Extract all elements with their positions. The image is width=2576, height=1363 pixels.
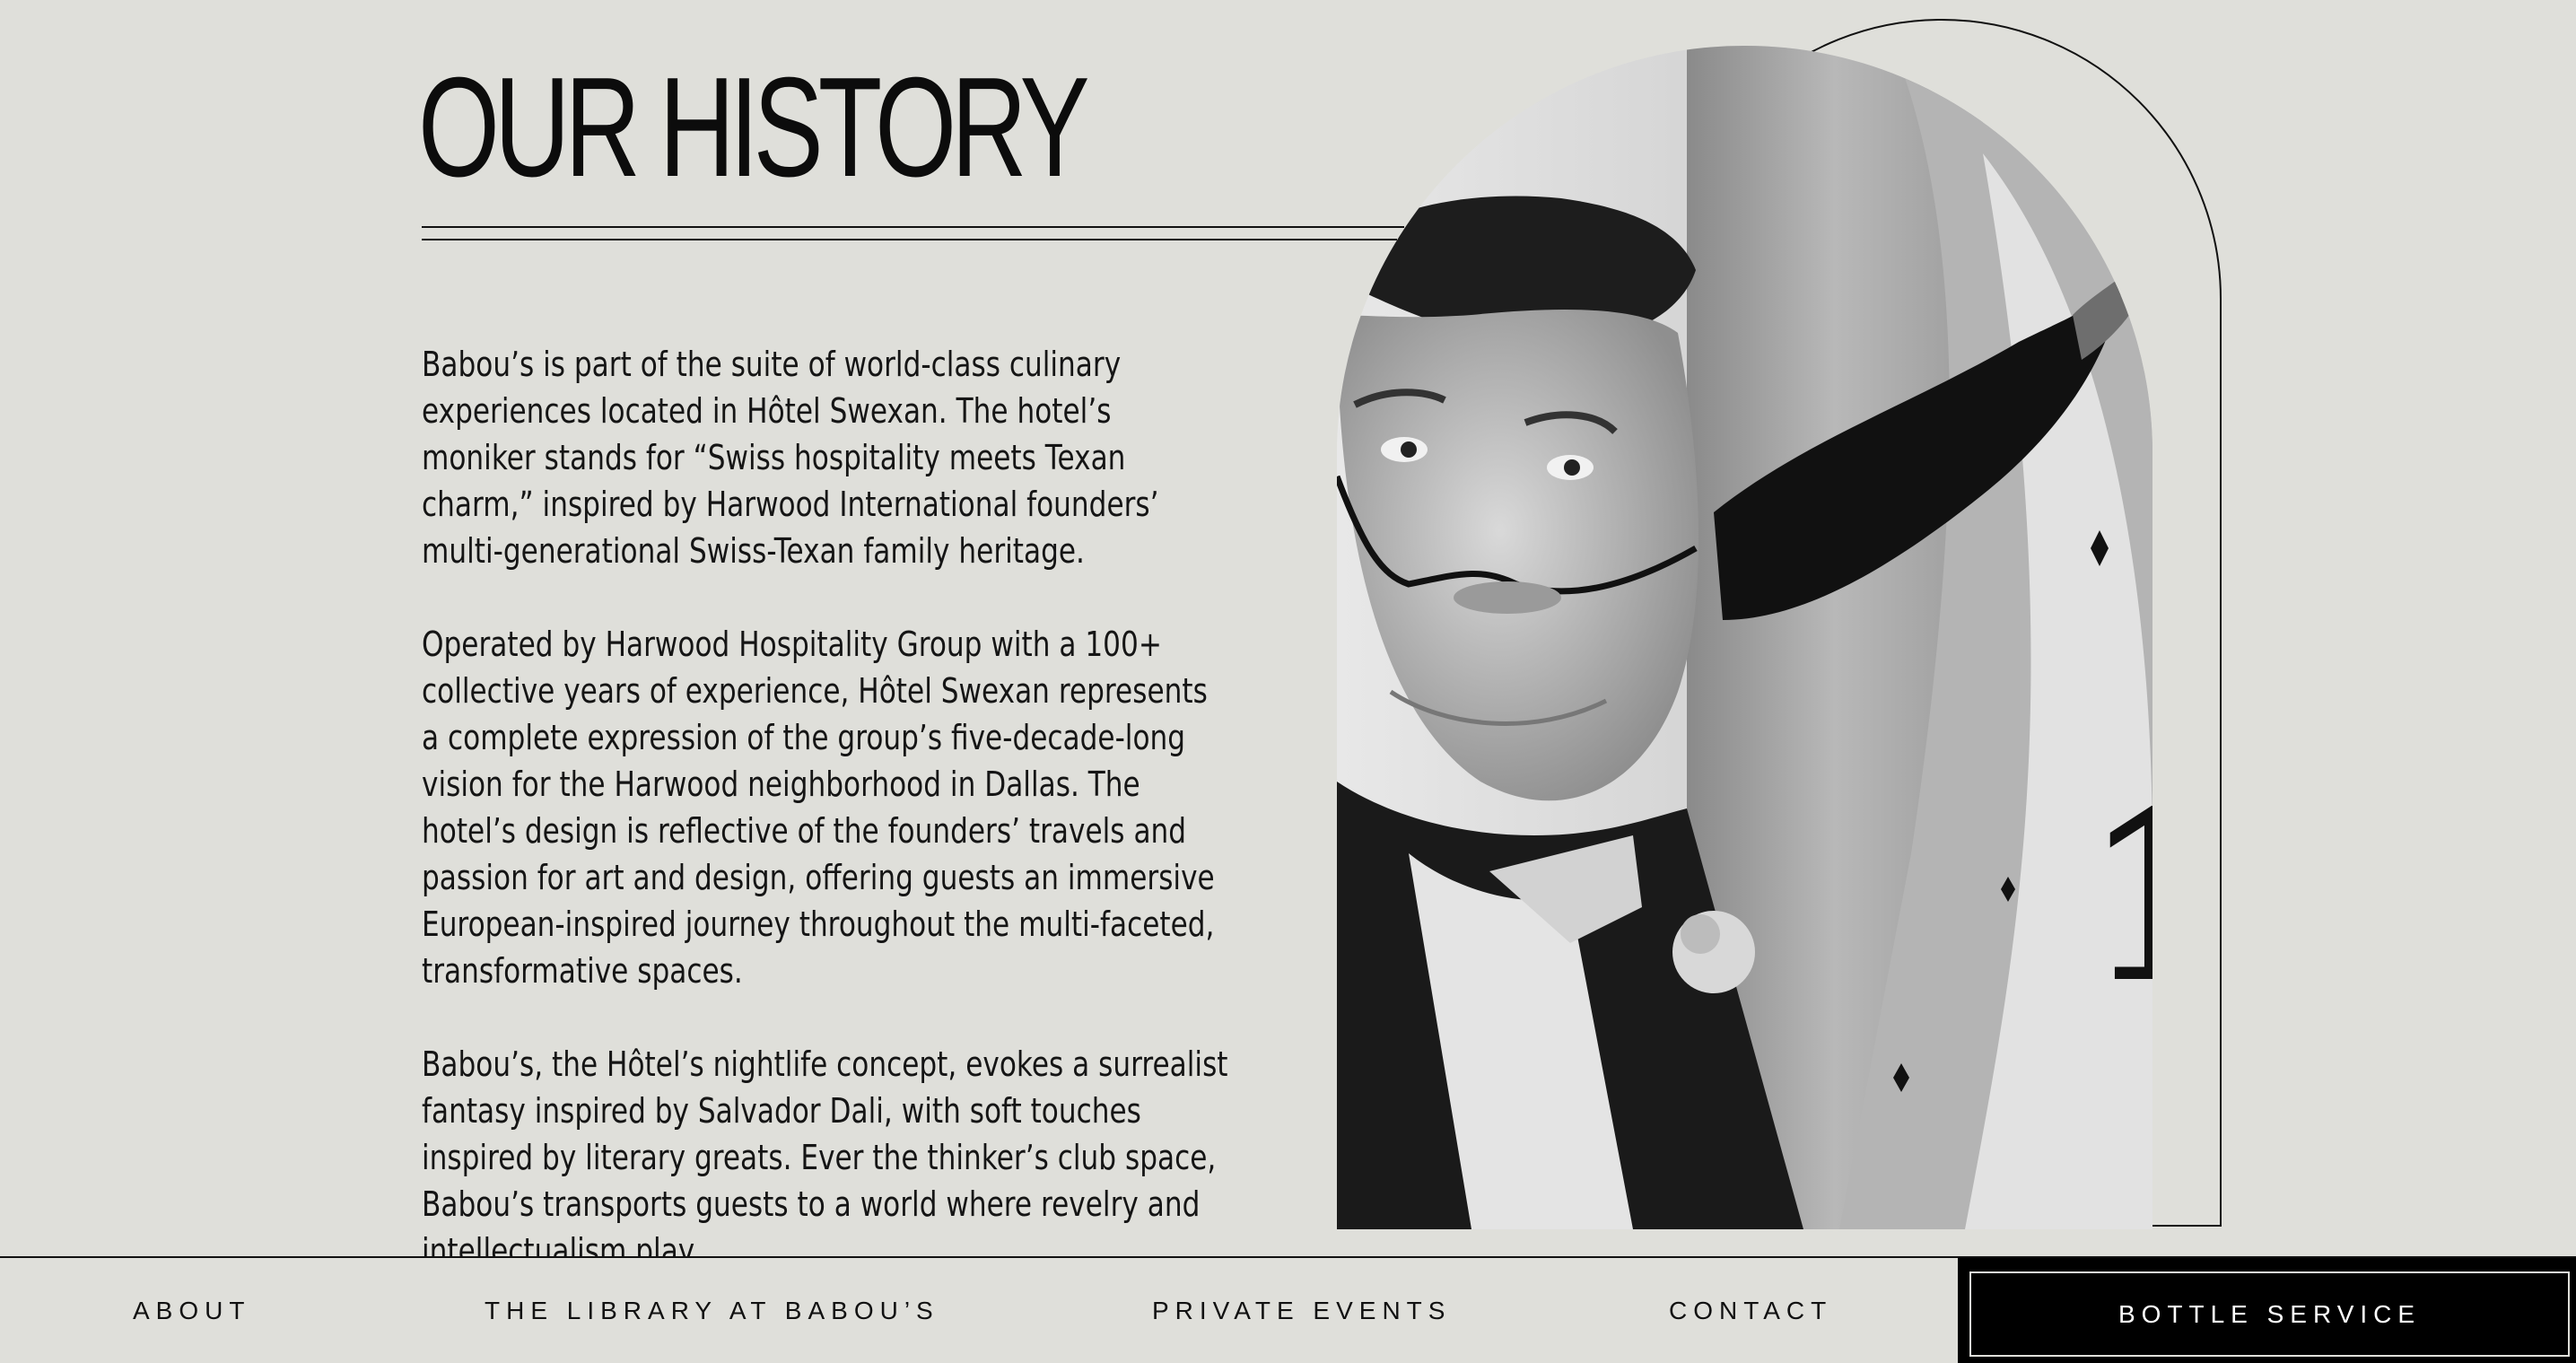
title-divider-top	[422, 226, 1404, 228]
bottle-service-label: BOTTLE SERVICE	[1969, 1271, 2570, 1357]
history-paragraph-2: Operated by Harwood Hospitality Group wi…	[422, 625, 1215, 991]
nav-link-private-events[interactable]: PRIVATE EVENTS	[1152, 1258, 1451, 1363]
history-text: Babou’s is part of the suite of world-cl…	[422, 341, 1373, 1321]
svg-text:10: 10	[2082, 764, 2152, 1035]
nav-link-contact[interactable]: CONTACT	[1669, 1258, 1832, 1363]
title-divider-bottom	[422, 239, 1397, 240]
footer-nav: ABOUT THE LIBRARY AT BABOU’S PRIVATE EVE…	[0, 1256, 2576, 1363]
nav-link-about[interactable]: ABOUT	[133, 1258, 250, 1363]
history-paragraph-1: Babou’s is part of the suite of world-cl…	[422, 345, 1159, 571]
dali-photo: 10	[1337, 46, 2152, 1229]
history-paragraph-3: Babou’s, the Hôtel’s nightlife concept, …	[422, 1044, 1228, 1271]
bottle-service-button[interactable]: BOTTLE SERVICE	[1958, 1258, 2576, 1363]
page-title: OUR HISTORY	[418, 48, 1090, 206]
nav-link-library[interactable]: THE LIBRARY AT BABOU’S	[485, 1258, 939, 1363]
